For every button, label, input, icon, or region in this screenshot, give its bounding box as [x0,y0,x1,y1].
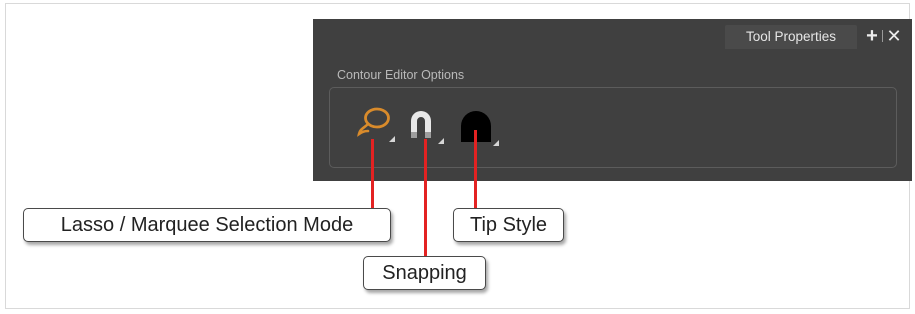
tip-style-callout-line [474,130,477,211]
magnet-icon [411,111,444,144]
snapping-button[interactable] [407,108,447,148]
lasso-callout-label: Lasso / Marquee Selection Mode [23,208,391,242]
panel-tab-bar: Tool Properties + ✕ [313,19,912,49]
plus-icon[interactable]: + [864,26,880,46]
close-icon[interactable]: ✕ [886,27,902,45]
tip-style-callout-label: Tip Style [453,208,564,242]
tab-separator [882,30,883,42]
tip-style-button[interactable] [457,108,499,148]
lasso-callout-line [371,139,374,211]
group-title: Contour Editor Options [333,67,469,83]
tab-tool-properties[interactable]: Tool Properties [725,25,857,49]
tip-style-icon [461,111,499,146]
tool-properties-panel: Tool Properties + ✕ Contour Editor Optio… [313,19,912,181]
snapping-callout-label: Snapping [363,256,486,290]
snapping-callout-line [424,139,427,257]
lasso-selection-button[interactable] [354,104,395,144]
lasso-icon [357,107,395,142]
